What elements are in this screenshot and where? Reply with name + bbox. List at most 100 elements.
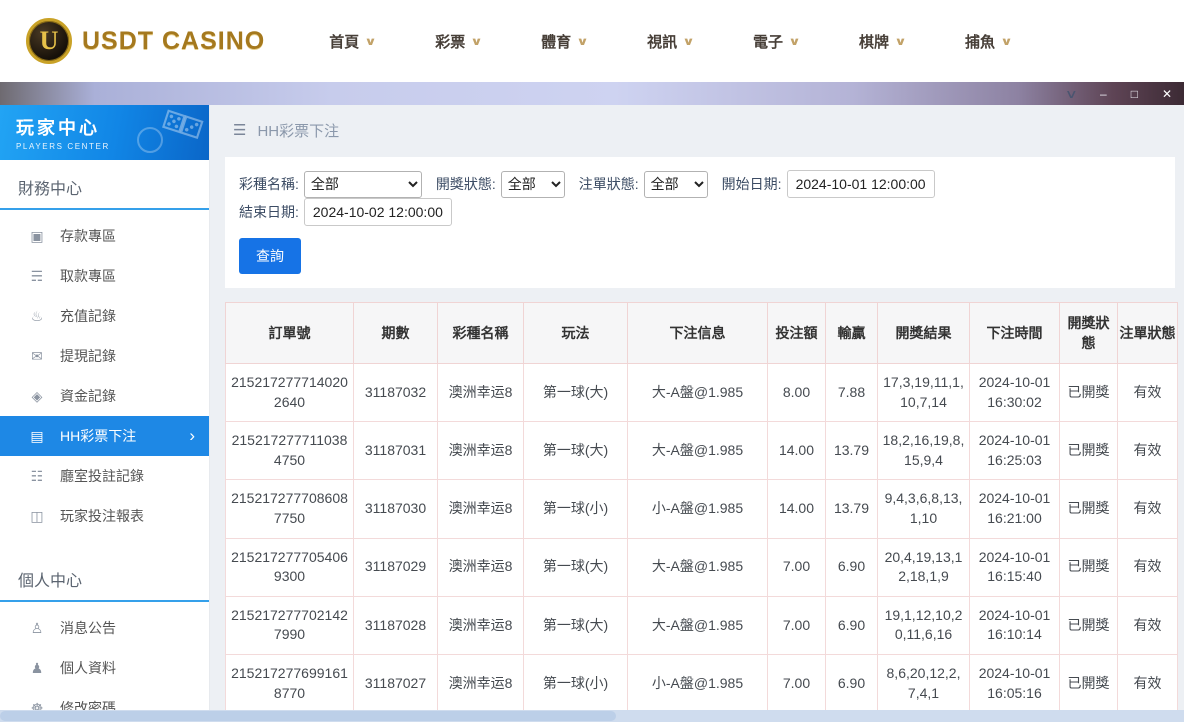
nav-item-label: 捕魚 bbox=[965, 31, 995, 52]
table-cell: 第一球(大) bbox=[524, 422, 628, 480]
draw-status-select[interactable]: 全部 bbox=[501, 171, 565, 198]
chevron-down-icon: ∨ bbox=[1000, 35, 1013, 48]
sidebar-item[interactable]: ♨充值記錄 bbox=[0, 296, 209, 336]
table-cell: 已開獎 bbox=[1060, 422, 1118, 480]
window-maximize-button[interactable]: □ bbox=[1131, 88, 1138, 100]
players-center-subtitle: PLAYERS CENTER bbox=[16, 142, 209, 151]
main-content: ☰ HH彩票下注 彩種名稱: 全部 開獎狀態: 全部 注單狀態: bbox=[210, 105, 1184, 722]
table-cell: 13.79 bbox=[826, 422, 878, 480]
table-cell: 6.90 bbox=[826, 654, 878, 712]
casino-logo-icon: U bbox=[26, 18, 72, 64]
sidebar-item-label: HH彩票下注 bbox=[60, 426, 136, 446]
bet-table-card: 訂單號期數彩種名稱玩法下注信息投注額輸贏開獎結果下注時間開獎狀態注單狀態 215… bbox=[225, 302, 1175, 722]
table-cell: 大-A盤@1.985 bbox=[628, 538, 768, 596]
table-cell: 7.00 bbox=[768, 596, 826, 654]
draw-status-label: 開獎狀態: bbox=[436, 174, 496, 194]
sidebar-menu: 財務中心▣存款專區☴取款專區♨充值記錄✉提現記錄◈資金記錄▤HH彩票下注›☷廳室… bbox=[0, 160, 209, 722]
nav-item[interactable]: 棋牌∨ bbox=[859, 31, 905, 52]
sidebar-section-title: 個人中心 bbox=[0, 552, 209, 602]
lottery-name-select[interactable]: 全部 bbox=[304, 171, 422, 198]
table-cell: 第一球(小) bbox=[524, 480, 628, 538]
table-cell: 有效 bbox=[1118, 538, 1178, 596]
nav-item[interactable]: 體育∨ bbox=[541, 31, 587, 52]
table-cell: 2152172777021427990 bbox=[226, 596, 354, 654]
window-minimize-button[interactable]: – bbox=[1100, 88, 1107, 100]
order-status-select[interactable]: 全部 bbox=[644, 171, 708, 198]
search-button[interactable]: 查詢 bbox=[239, 238, 301, 274]
table-cell: 大-A盤@1.985 bbox=[628, 422, 768, 480]
table-row: 215217277711038475031187031澳洲幸运8第一球(大)大-… bbox=[226, 422, 1178, 480]
column-header: 投注額 bbox=[768, 303, 826, 364]
column-header: 開獎狀態 bbox=[1060, 303, 1118, 364]
sidebar-item[interactable]: ♙消息公告 bbox=[0, 608, 209, 648]
chevron-down-icon: ∨ bbox=[894, 35, 907, 48]
sidebar-item[interactable]: ▤HH彩票下注› bbox=[0, 416, 209, 456]
table-row: 215217277705406930031187029澳洲幸运8第一球(大)大-… bbox=[226, 538, 1178, 596]
table-cell: 第一球(大) bbox=[524, 364, 628, 422]
chevron-down-icon: ∨ bbox=[788, 35, 801, 48]
column-header: 期數 bbox=[354, 303, 438, 364]
room-bet-record-icon: ☷ bbox=[28, 468, 46, 485]
table-cell: 13.79 bbox=[826, 480, 878, 538]
table-cell: 第一球(大) bbox=[524, 538, 628, 596]
players-center-header: 玩家中心 PLAYERS CENTER ⚄⚂ bbox=[0, 105, 209, 160]
table-cell: 31187031 bbox=[354, 422, 438, 480]
column-header: 輸贏 bbox=[826, 303, 878, 364]
sidebar-item[interactable]: ▣ 存款專區 bbox=[0, 216, 209, 256]
table-cell: 14.00 bbox=[768, 422, 826, 480]
nav-item[interactable]: 捕魚 ∨ bbox=[965, 31, 1011, 52]
column-header: 注單狀態 bbox=[1118, 303, 1178, 364]
table-cell: 2152172777110384750 bbox=[226, 422, 354, 480]
sidebar-item[interactable]: ☴取款專區 bbox=[0, 256, 209, 296]
table-cell: 2024-10-01 16:05:16 bbox=[970, 654, 1060, 712]
table-cell: 已開獎 bbox=[1060, 654, 1118, 712]
player-bet-report-icon: ◫ bbox=[28, 508, 46, 525]
bet-table-header-row: 訂單號期數彩種名稱玩法下注信息投注額輸贏開獎結果下注時間開獎狀態注單狀態 bbox=[226, 303, 1178, 364]
filter-bar: 彩種名稱: 全部 開獎狀態: 全部 注單狀態: 全部 bbox=[225, 157, 1175, 288]
sidebar-item-label: 存款專區 bbox=[60, 226, 116, 246]
deposit-icon: ▣ bbox=[28, 228, 46, 245]
horizontal-scrollbar-thumb[interactable] bbox=[0, 711, 616, 721]
profile-icon: ♟ bbox=[28, 660, 46, 677]
table-cell: 澳洲幸运8 bbox=[438, 654, 524, 712]
nav-item[interactable]: 首頁 ∨ bbox=[329, 31, 375, 52]
table-cell: 2152172777054069300 bbox=[226, 538, 354, 596]
table-cell: 7.00 bbox=[768, 654, 826, 712]
hamburger-menu-icon[interactable]: ☰ bbox=[233, 121, 246, 139]
nav-item[interactable]: 電子∨ bbox=[753, 31, 799, 52]
horizontal-scrollbar[interactable] bbox=[0, 710, 1184, 722]
table-cell: 7.00 bbox=[768, 538, 826, 596]
nav-item[interactable]: 彩票∨ bbox=[435, 31, 481, 52]
table-cell: 澳洲幸运8 bbox=[438, 364, 524, 422]
table-cell: 19,1,12,10,20,11,6,16 bbox=[878, 596, 970, 654]
chevron-down-icon: ∨ bbox=[364, 35, 377, 48]
nav-item-label: 視訊 bbox=[647, 31, 677, 52]
sidebar-item-label: 玩家投注報表 bbox=[60, 506, 144, 526]
window-chevron-down-icon[interactable]: ∨ bbox=[1065, 88, 1078, 100]
sidebar-item[interactable]: ◫ 玩家投注報表 bbox=[0, 496, 209, 536]
table-cell: 澳洲幸运8 bbox=[438, 596, 524, 654]
table-cell: 31187028 bbox=[354, 596, 438, 654]
sidebar-item[interactable]: ✉提現記錄 bbox=[0, 336, 209, 376]
sidebar-item-label: 廳室投註記錄 bbox=[60, 466, 144, 486]
table-cell: 8.00 bbox=[768, 364, 826, 422]
table-cell: 第一球(小) bbox=[524, 654, 628, 712]
brand-logo: U USDT CASINO bbox=[26, 18, 265, 64]
table-cell: 大-A盤@1.985 bbox=[628, 364, 768, 422]
sidebar-item[interactable]: ♟個人資料 bbox=[0, 648, 209, 688]
window-close-button[interactable]: ✕ bbox=[1162, 88, 1172, 100]
table-cell: 2024-10-01 16:10:14 bbox=[970, 596, 1060, 654]
table-cell: 大-A盤@1.985 bbox=[628, 596, 768, 654]
table-cell: 7.88 bbox=[826, 364, 878, 422]
chevron-right-icon: › bbox=[189, 426, 195, 446]
sidebar-item[interactable]: ☷ 廳室投註記錄 bbox=[0, 456, 209, 496]
nav-item-label: 首頁 bbox=[329, 31, 359, 52]
recharge-record-icon: ♨ bbox=[28, 308, 46, 325]
nav-item[interactable]: 視訊∨ bbox=[647, 31, 693, 52]
sidebar-item[interactable]: ◈資金記錄 bbox=[0, 376, 209, 416]
start-date-input[interactable] bbox=[787, 170, 935, 198]
chevron-down-icon: ∨ bbox=[470, 35, 483, 48]
table-cell: 澳洲幸运8 bbox=[438, 480, 524, 538]
end-date-input[interactable] bbox=[304, 198, 452, 226]
table-cell: 小-A盤@1.985 bbox=[628, 654, 768, 712]
